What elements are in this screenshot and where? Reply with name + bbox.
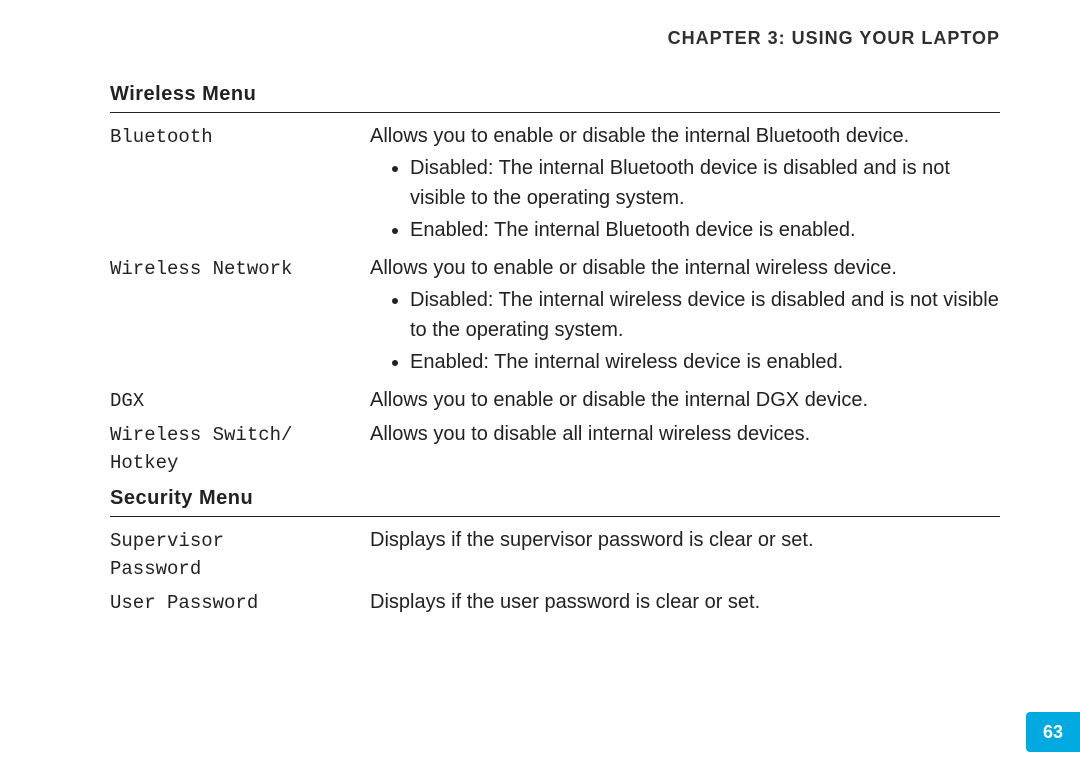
page-number-tab: 63 [1026, 712, 1080, 752]
desc-text: Allows you to enable or disable the inte… [370, 385, 1000, 415]
chapter-header: CHAPTER 3: USING YOUR LAPTOP [110, 28, 1000, 49]
desc-text: Allows you to enable or disable the inte… [370, 121, 1000, 151]
setting-description: Displays if the supervisor password is c… [370, 525, 1000, 555]
setting-description: Displays if the user password is clear o… [370, 587, 1000, 617]
table-row: DGX Allows you to enable or disable the … [110, 385, 1000, 415]
setting-label: Bluetooth [110, 121, 370, 151]
table-row: Bluetooth Allows you to enable or disabl… [110, 121, 1000, 249]
setting-label: Supervisor Password [110, 525, 370, 583]
setting-label: DGX [110, 385, 370, 415]
setting-description: Allows you to enable or disable the inte… [370, 121, 1000, 249]
table-row: Wireless Network Allows you to enable or… [110, 253, 1000, 381]
list-item: Enabled: The internal wireless device is… [410, 347, 1000, 377]
section-content-wireless: Bluetooth Allows you to enable or disabl… [110, 121, 1000, 477]
desc-text: Displays if the supervisor password is c… [370, 525, 1000, 555]
table-row: Supervisor Password Displays if the supe… [110, 525, 1000, 583]
desc-text: Allows you to disable all internal wirel… [370, 419, 1000, 449]
setting-description: Allows you to enable or disable the inte… [370, 253, 1000, 381]
section-title-security: Security Menu [110, 487, 1000, 517]
setting-description: Allows you to disable all internal wirel… [370, 419, 1000, 449]
section-content-security: Supervisor Password Displays if the supe… [110, 525, 1000, 617]
setting-label: User Password [110, 587, 370, 617]
desc-text: Displays if the user password is clear o… [370, 587, 1000, 617]
setting-label: Wireless Network [110, 253, 370, 283]
table-row: User Password Displays if the user passw… [110, 587, 1000, 617]
list-item: Enabled: The internal Bluetooth device i… [410, 215, 1000, 245]
desc-text: Allows you to enable or disable the inte… [370, 253, 1000, 283]
setting-label: Wireless Switch/ Hotkey [110, 419, 370, 477]
table-row: Wireless Switch/ Hotkey Allows you to di… [110, 419, 1000, 477]
setting-description: Allows you to enable or disable the inte… [370, 385, 1000, 415]
list-item: Disabled: The internal wireless device i… [410, 285, 1000, 345]
section-title-wireless: Wireless Menu [110, 83, 1000, 113]
document-page: CHAPTER 3: USING YOUR LAPTOP Wireless Me… [0, 0, 1080, 766]
list-item: Disabled: The internal Bluetooth device … [410, 153, 1000, 213]
